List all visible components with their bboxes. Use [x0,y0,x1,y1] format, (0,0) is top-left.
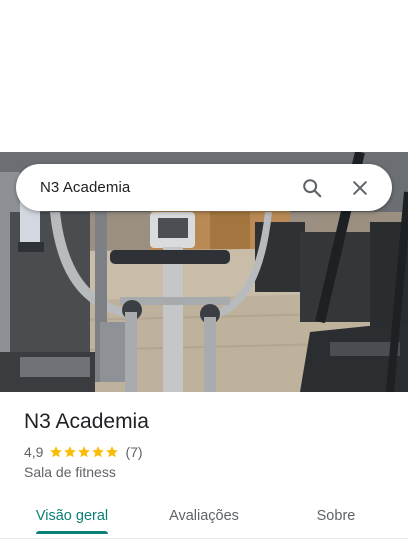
tab-overview[interactable]: Visão geral [24,496,120,536]
search-input[interactable]: N3 Academia [40,179,294,196]
active-tab-indicator [36,531,108,534]
star-icon [64,446,77,458]
tab-reviews[interactable]: Avaliações [156,496,252,536]
place-tabs: Visão geral Avaliações Sobre [0,496,408,536]
tabs-divider [0,538,408,539]
star-icon [78,446,91,458]
search-bar[interactable]: N3 Academia [16,164,392,211]
star-icon [50,446,63,458]
place-category: Sala de fitness [24,464,116,480]
tab-about[interactable]: Sobre [288,496,384,536]
rating-row[interactable]: 4,9 (7) [24,443,143,461]
map-blank-area [0,0,408,152]
close-icon[interactable] [342,170,378,206]
search-icon[interactable] [294,170,330,206]
place-title: N3 Academia [24,410,149,433]
star-icon [92,446,105,458]
review-count[interactable]: (7) [125,444,142,460]
rating-value: 4,9 [24,444,44,460]
star-rating [49,445,119,459]
star-icon [106,446,119,458]
